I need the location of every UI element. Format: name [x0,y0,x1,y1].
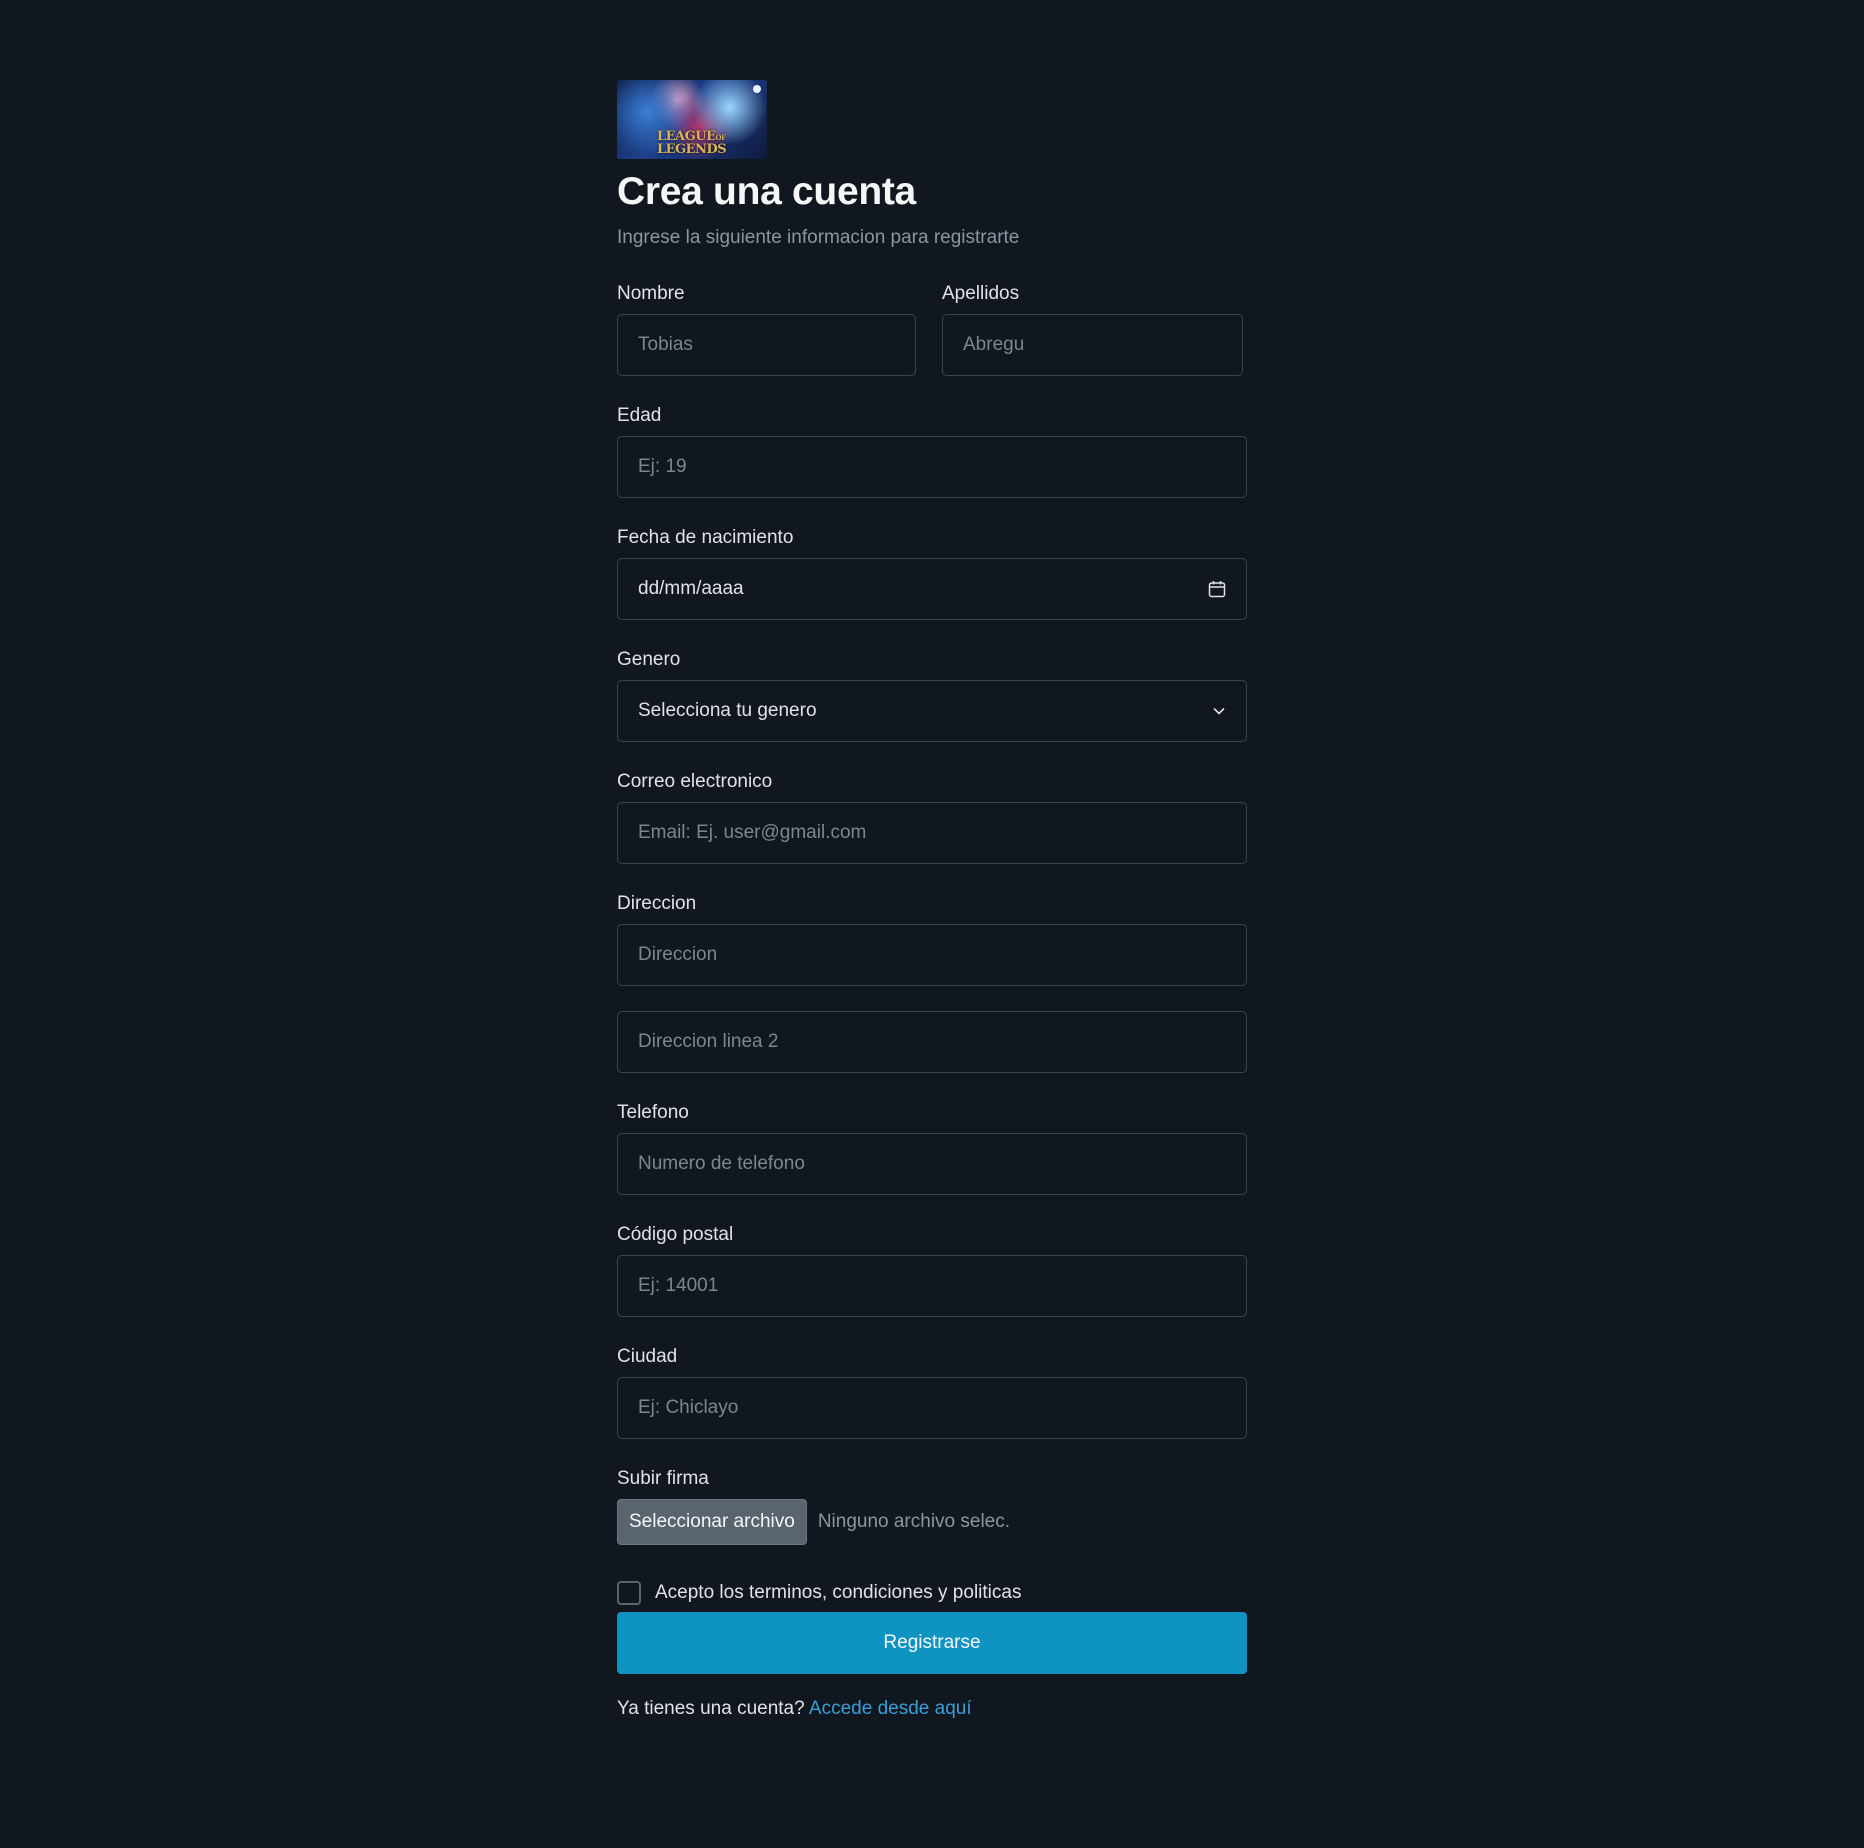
genero-selected-value: Selecciona tu genero [638,700,817,721]
fecha-label: Fecha de nacimiento [617,527,794,548]
codigo-postal-label: Código postal [617,1224,734,1245]
direccion-field: Direccion [617,893,1247,1073]
email-input[interactable] [617,802,1247,864]
calendar-icon[interactable] [1208,580,1226,598]
terms-checkbox[interactable] [617,1581,641,1605]
genero-label: Genero [617,649,681,670]
apellidos-field: Apellidos [942,283,1243,376]
edad-field: Edad [617,405,1247,498]
riot-mark-icon [753,85,761,93]
ciudad-label: Ciudad [617,1346,678,1367]
correo-label: Correo electronico [617,771,773,792]
page-subtitle: Ingrese la siguiente informacion para re… [617,227,1020,248]
nombre-label: Nombre [617,283,685,304]
direccion-linea2-input[interactable] [617,1011,1247,1073]
league-of-legends-logo: LEAGUEOF LEGENDS [617,80,767,159]
telefono-label: Telefono [617,1102,689,1123]
page-title: Crea una cuenta [617,170,916,213]
firma-label: Subir firma [617,1468,709,1489]
name-row: Nombre Apellidos [617,283,1247,376]
genero-select[interactable]: Selecciona tu genero [617,680,1247,742]
terms-label[interactable]: Acepto los terminos, condiciones y polit… [655,1582,1021,1604]
apellidos-label: Apellidos [942,283,1020,304]
ciudad-field: Ciudad [617,1346,1247,1439]
chevron-down-icon [1212,704,1226,718]
file-upload: Seleccionar archivo Ninguno archivo sele… [617,1499,1247,1545]
ciudad-input[interactable] [617,1377,1247,1439]
file-status: Ninguno archivo selec. [817,1511,1011,1532]
terms-row: Acepto los terminos, condiciones y polit… [617,1581,1247,1605]
telefono-input[interactable] [617,1133,1247,1195]
genero-field: Genero Selecciona tu genero [617,649,1247,742]
codigo-postal-field: Código postal [617,1224,1247,1317]
select-file-button[interactable]: Seleccionar archivo [617,1499,807,1545]
apellidos-input[interactable] [942,314,1243,376]
direccion-label: Direccion [617,893,697,914]
login-prompt: Ya tienes una cuenta? Accede desde aquí [617,1698,1247,1720]
fecha-value: dd/mm/aaaa [638,578,744,599]
telefono-field: Telefono [617,1102,1247,1195]
registration-form: LEAGUEOF LEGENDS Crea una cuenta Ingrese… [617,80,1247,1720]
edad-input[interactable] [617,436,1247,498]
register-button[interactable]: Registrarse [617,1612,1247,1674]
edad-label: Edad [617,405,662,426]
correo-field: Correo electronico [617,771,1247,864]
login-prompt-text: Ya tienes una cuenta? [617,1698,805,1719]
firma-field: Subir firma Seleccionar archivo Ninguno … [617,1468,1247,1545]
login-link[interactable]: Accede desde aquí [809,1698,972,1719]
codigo-postal-input[interactable] [617,1255,1247,1317]
direccion-input[interactable] [617,924,1247,986]
fecha-input[interactable]: dd/mm/aaaa [617,558,1247,620]
fecha-field: Fecha de nacimiento dd/mm/aaaa [617,527,1247,620]
nombre-field: Nombre [617,283,916,376]
nombre-input[interactable] [617,314,916,376]
